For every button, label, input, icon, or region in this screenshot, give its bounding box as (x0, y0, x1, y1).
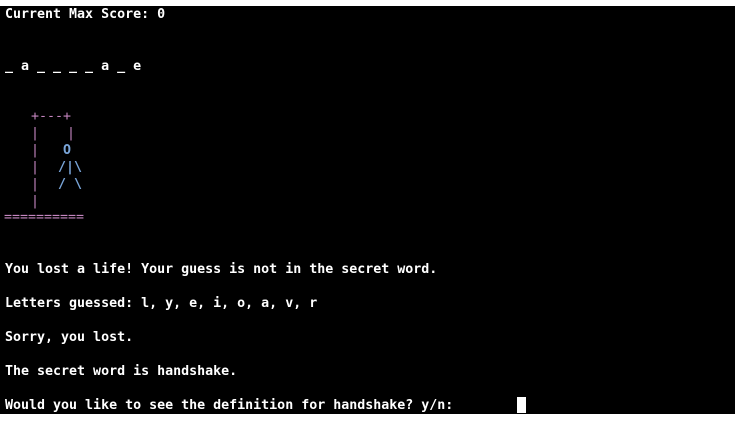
hangman-head: O (63, 143, 72, 158)
gallows-pole: | (31, 126, 40, 141)
secret-word-message: The secret word is handshake. (5, 364, 238, 379)
gallows-top: +---+ (31, 109, 72, 124)
gallows-pole: | (31, 194, 40, 209)
gallows-pole: | (31, 160, 40, 175)
hangman-legs: / \ (58, 177, 83, 192)
gallows-pole: | (31, 177, 40, 192)
definition-prompt: Would you like to see the definition for… (5, 398, 462, 413)
gallows-rope: | (67, 126, 76, 141)
gallows-pole: | (31, 143, 40, 158)
letters-guessed: Letters guessed: l, y, e, i, o, a, v, r (5, 296, 318, 311)
gallows-base: ========== (4, 210, 85, 225)
word-progress: _ a _ _ _ _ a _ e (5, 59, 142, 74)
input-cursor[interactable] (517, 397, 526, 413)
sorry-message: Sorry, you lost. (5, 330, 134, 345)
terminal-window[interactable]: Current Max Score: 0 _ a _ _ _ _ a _ e +… (0, 6, 735, 414)
max-score-label: Current Max Score: 0 (5, 7, 166, 22)
lost-life-message: You lost a life! Your guess is not in th… (5, 262, 438, 277)
hangman-body: /|\ (58, 160, 83, 175)
